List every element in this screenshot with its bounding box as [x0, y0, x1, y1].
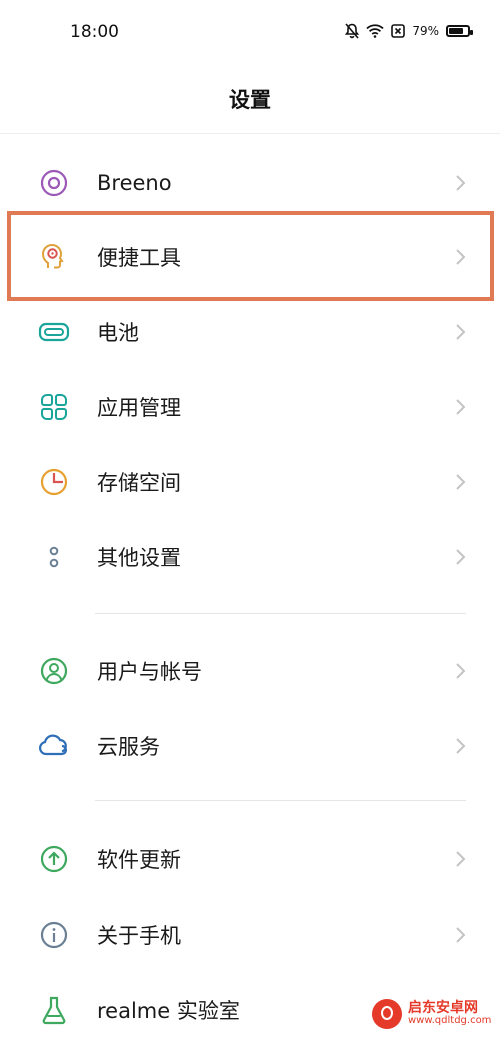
about-phone-icon [38, 919, 70, 951]
battery-percent: 79% [412, 24, 439, 38]
bell-off-icon [345, 23, 360, 39]
user-account-icon [38, 655, 70, 687]
settings-item-software-update[interactable]: 软件更新 [0, 822, 500, 896]
settings-item-label: Breeno [97, 171, 172, 195]
storage-icon [38, 466, 70, 498]
highlight-box [7, 211, 494, 301]
settings-item-label: 存储空间 [97, 471, 181, 495]
settings-item-label: 应用管理 [97, 396, 181, 420]
settings-item-label: 电池 [97, 321, 139, 345]
settings-item-label: 其他设置 [97, 546, 181, 570]
chevron-right-icon [456, 851, 466, 867]
watermark-url: www.qdltdg.com [408, 1015, 492, 1027]
watermark-logo-icon [372, 999, 402, 1029]
settings-item-other-settings[interactable]: 其他设置 [0, 520, 500, 594]
chevron-right-icon [456, 663, 466, 679]
software-update-icon [38, 843, 70, 875]
status-bar: 18:00 79% [0, 0, 500, 66]
battery-setting-icon [38, 316, 70, 348]
settings-item-label: 关于手机 [97, 924, 181, 948]
settings-item-user-account[interactable]: 用户与帐号 [0, 634, 500, 708]
status-time: 18:00 [70, 22, 119, 42]
watermark: 启东安卓网 www.qdltdg.com [372, 992, 496, 1036]
wifi-icon [366, 24, 384, 38]
section-divider [95, 800, 466, 801]
chevron-right-icon [456, 175, 466, 191]
battery-icon [446, 25, 473, 37]
other-settings-icon [38, 541, 70, 573]
cloud-service-icon [38, 730, 70, 762]
chevron-right-icon [456, 324, 466, 340]
app-management-icon [38, 391, 70, 423]
chevron-right-icon [456, 738, 466, 754]
title-divider [0, 133, 500, 134]
chevron-right-icon [456, 549, 466, 565]
chevron-right-icon [456, 399, 466, 415]
realme-lab-icon [38, 994, 70, 1026]
watermark-title: 启东安卓网 [408, 1000, 478, 1017]
settings-item-label: 云服务 [97, 735, 160, 759]
breeno-icon [38, 167, 70, 199]
settings-item-label: 用户与帐号 [97, 660, 202, 684]
settings-item-label: 软件更新 [97, 848, 181, 872]
settings-item-battery[interactable]: 电池 [0, 295, 500, 369]
settings-item-label: realme 实验室 [97, 999, 240, 1023]
section-divider [95, 613, 466, 614]
page-title: 设置 [229, 88, 271, 112]
settings-item-breeno[interactable]: Breeno [0, 146, 500, 220]
settings-item-cloud-service[interactable]: 云服务 [0, 709, 500, 783]
status-icons: 79% [345, 23, 473, 39]
settings-item-about-phone[interactable]: 关于手机 [0, 898, 500, 972]
settings-item-storage[interactable]: 存储空间 [0, 445, 500, 519]
chevron-right-icon [456, 474, 466, 490]
chevron-right-icon [456, 927, 466, 943]
nfc-icon [391, 24, 406, 38]
battery-fill [449, 28, 463, 34]
watermark-text: 启东安卓网 www.qdltdg.com [408, 1001, 491, 1026]
settings-item-app-management[interactable]: 应用管理 [0, 370, 500, 444]
